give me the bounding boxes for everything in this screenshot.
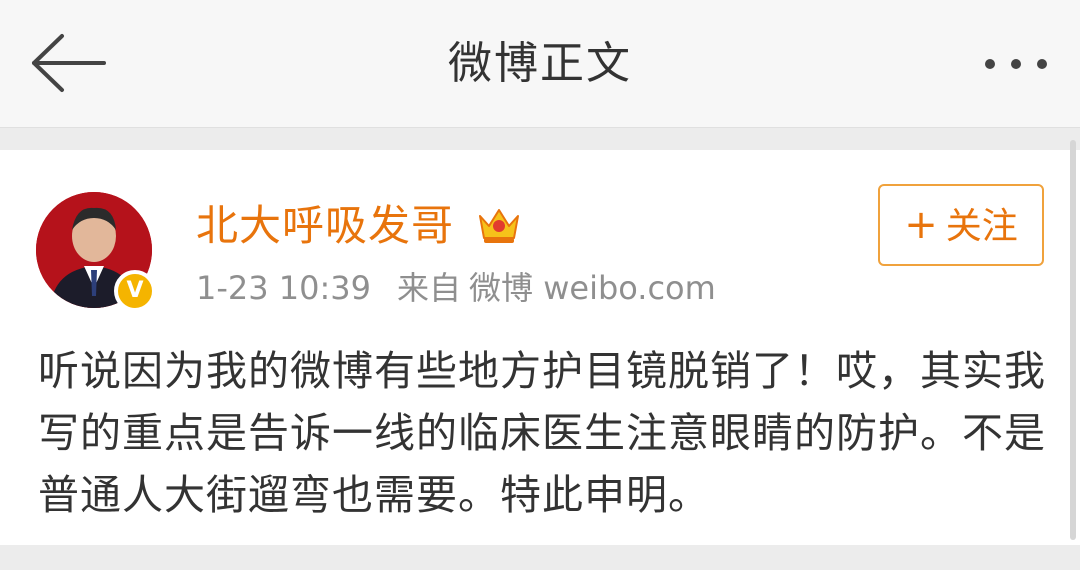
post-content: 听说因为我的微博有些地方护目镜脱销了！哎，其实我写的重点是告诉一线的临床医生注意… (38, 347, 1046, 519)
post-source: 微博 weibo.com (469, 269, 716, 307)
follow-button[interactable]: + 关注 (878, 184, 1044, 266)
more-dots-icon (985, 59, 1047, 69)
scrollbar[interactable] (1070, 140, 1076, 540)
section-divider-bottom (0, 545, 1080, 570)
plus-icon: + (904, 202, 938, 248)
follow-label: 关注 (945, 206, 1018, 247)
verified-badge: V (114, 270, 156, 312)
post-timestamp: 1-23 10:39 (196, 269, 372, 307)
crown-icon (479, 209, 519, 243)
more-options-button[interactable] (976, 44, 1056, 84)
post-card: V 北大呼吸发哥 1-23 10:39 来自 微博 weibo.com + 关注 听说… (0, 150, 1080, 545)
post-meta: 1-23 10:39 来自 微博 weibo.com (196, 266, 742, 310)
post-source-label: 来自 (397, 269, 462, 307)
author-name[interactable]: 北大呼吸发哥 (196, 196, 454, 256)
top-navigation-bar: 微博正文 (0, 0, 1080, 128)
section-divider (0, 128, 1080, 150)
page-title: 微博正文 (448, 38, 632, 89)
